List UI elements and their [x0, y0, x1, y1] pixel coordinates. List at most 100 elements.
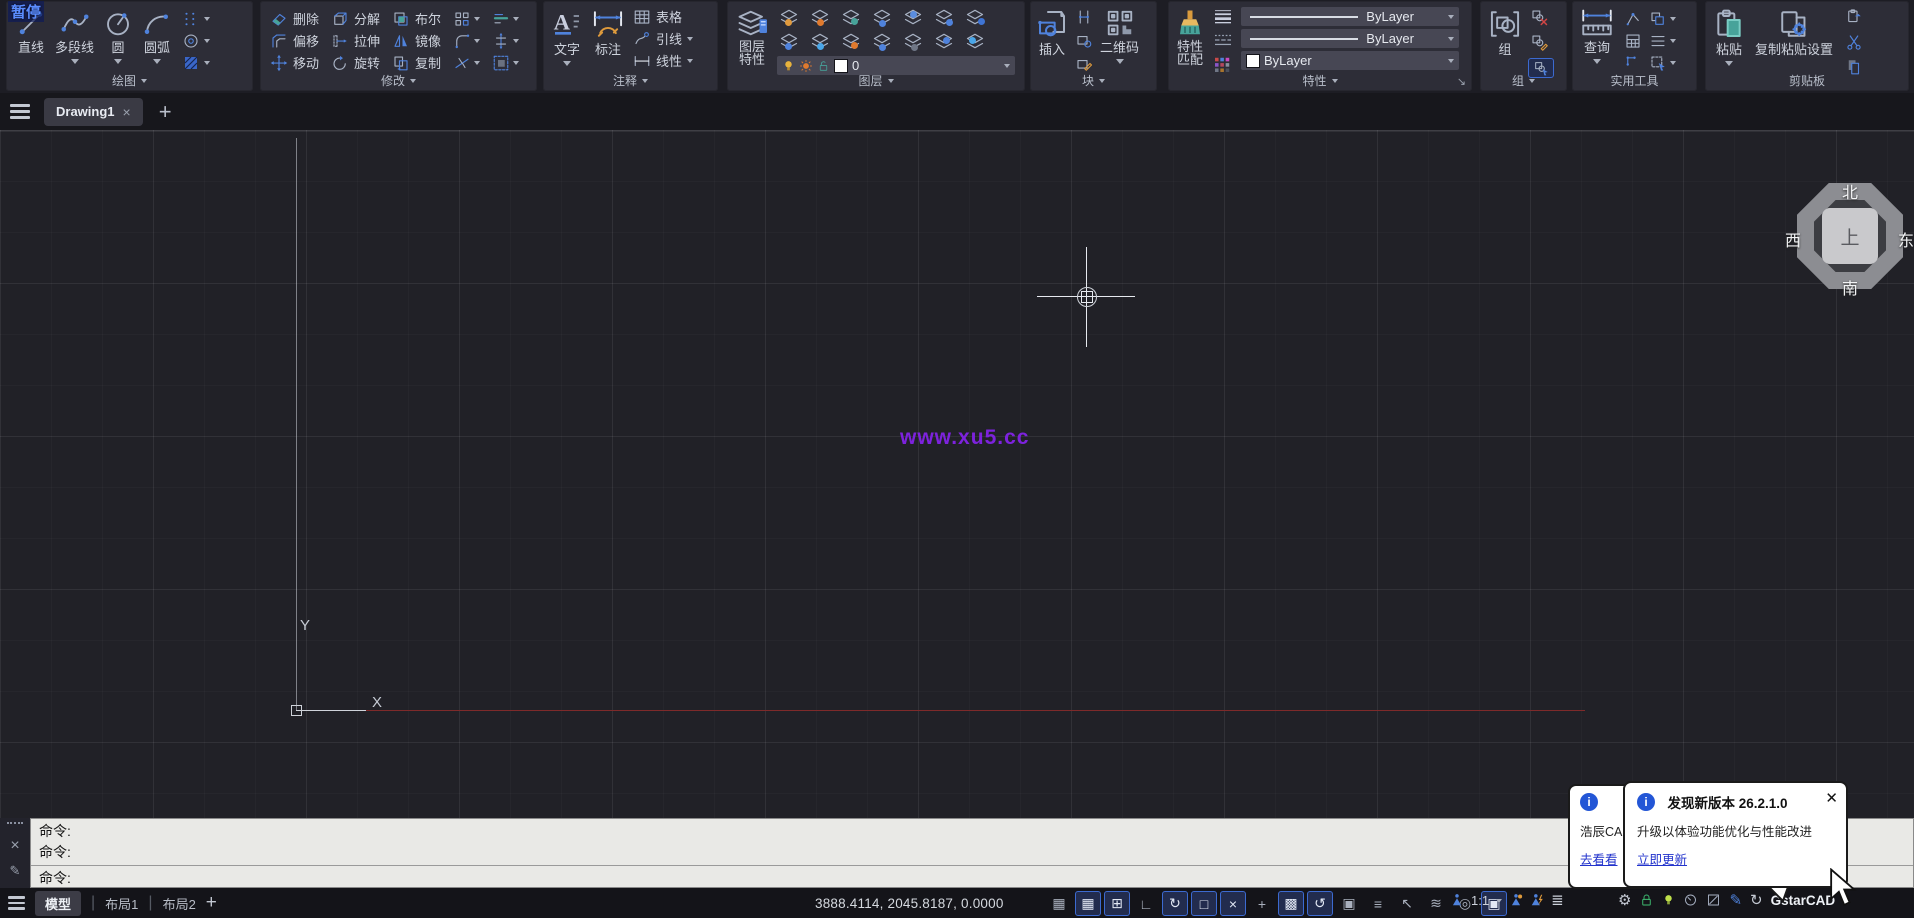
compass-west-label[interactable]: 西: [1785, 227, 1801, 251]
ungroup-button[interactable]: [1528, 8, 1554, 31]
insert-block-button[interactable]: 插入: [1036, 1, 1068, 57]
snap-mode-toggle-icon[interactable]: ⊞: [1104, 891, 1130, 916]
grid-snap-toggle-icon[interactable]: ▦: [1046, 891, 1072, 916]
view-cube[interactable]: 上 北 南 西 东: [1797, 183, 1903, 289]
quick-edit-pencil-icon[interactable]: ✎: [1729, 891, 1742, 909]
table-button[interactable]: 表格: [633, 6, 693, 27]
layer-on-icon[interactable]: [777, 7, 801, 29]
layer-walk-icon[interactable]: [932, 31, 956, 53]
linetype-list-icon[interactable]: [1212, 32, 1234, 53]
panel-properties-label[interactable]: 特性: [1168, 71, 1472, 90]
layer-thaw-icon[interactable]: [808, 7, 832, 29]
hatch-tool-button[interactable]: [181, 52, 210, 73]
copy-button[interactable]: 复制: [392, 52, 441, 73]
polyline-tool-button[interactable]: 多段线: [55, 1, 94, 68]
isodraft-toggle-icon[interactable]: ≋: [1423, 891, 1449, 916]
3d-object-snap-toggle-icon[interactable]: ▩: [1278, 891, 1304, 916]
group-edit-button[interactable]: [1528, 33, 1554, 56]
tab-drawing1-close-icon[interactable]: ×: [123, 104, 131, 120]
command-edit-icon[interactable]: ✎: [10, 863, 21, 879]
properties-dialog-launcher-icon[interactable]: ↘: [1457, 75, 1466, 88]
block-attr-button[interactable]: [1074, 8, 1094, 31]
group-button[interactable]: 组: [1488, 1, 1522, 57]
linetype-dropdown[interactable]: ByLayer: [1241, 29, 1459, 48]
color-dropdown[interactable]: ByLayer: [1241, 51, 1459, 70]
select-tools-caret[interactable]: [1670, 61, 1676, 68]
panel-clipboard-label[interactable]: 剪贴板: [1705, 71, 1909, 90]
scale-button[interactable]: [492, 52, 519, 73]
linetype-caret[interactable]: [1448, 37, 1454, 44]
panel-block-label[interactable]: 块: [1030, 71, 1157, 90]
new-layout-button[interactable]: +: [206, 892, 217, 914]
inquiry-button[interactable]: 查询: [1579, 1, 1615, 68]
grid-display-toggle-icon[interactable]: ▦: [1075, 891, 1101, 916]
status-list-icon[interactable]: ≣: [1551, 891, 1564, 909]
array-dropdown-caret[interactable]: [474, 17, 480, 24]
boolean-button[interactable]: 布尔: [392, 8, 441, 29]
point-tool-button[interactable]: [181, 8, 210, 29]
scale-dropdown-caret[interactable]: [513, 61, 519, 68]
command-close-icon[interactable]: ×: [10, 839, 19, 853]
layer-lock-icon[interactable]: [839, 31, 863, 53]
dynamic-ucs-toggle-icon[interactable]: ↺: [1307, 891, 1333, 916]
select-tools-button[interactable]: [1649, 52, 1676, 73]
linear-dropdown-caret[interactable]: [687, 59, 693, 66]
layer-properties-button[interactable]: 图层特性: [735, 1, 769, 66]
x-axis-construction-line[interactable]: [300, 710, 1585, 711]
rotate-button[interactable]: 旋转: [331, 52, 380, 73]
panel-modify-label[interactable]: 修改: [260, 71, 537, 90]
cut-button[interactable]: [1843, 33, 1865, 56]
lineweight-list-icon[interactable]: [1212, 8, 1234, 29]
offset-button[interactable]: 偏移: [270, 30, 319, 51]
arc-tool-button[interactable]: 圆弧: [142, 1, 172, 68]
block-edit-button[interactable]: [1074, 32, 1094, 55]
dynamic-input-toggle-icon[interactable]: +: [1249, 891, 1275, 916]
fillet-dropdown-caret[interactable]: [474, 39, 480, 46]
tab-layout1[interactable]: 布局1: [105, 894, 138, 913]
arc-dropdown-caret[interactable]: [153, 59, 161, 68]
back-notification-link[interactable]: 去看看: [1580, 849, 1618, 868]
polyline-dropdown-caret[interactable]: [71, 59, 79, 68]
layer-settings-icon[interactable]: [963, 7, 987, 29]
object-snap-toggle-icon[interactable]: □: [1191, 891, 1217, 916]
compass-east-label[interactable]: 东: [1898, 227, 1914, 251]
align-button[interactable]: [492, 8, 519, 29]
paste-dropdown-caret[interactable]: [1725, 61, 1733, 70]
hatch-dropdown-caret[interactable]: [204, 61, 210, 68]
move-button[interactable]: 移动: [270, 52, 319, 73]
selection-filter-icon[interactable]: ↖: [1394, 891, 1420, 916]
lineweight-dropdown[interactable]: ByLayer: [1241, 7, 1459, 26]
layer-freeze-icon[interactable]: [808, 31, 832, 53]
leader-dropdown-caret[interactable]: [687, 37, 693, 44]
color-caret[interactable]: [1448, 59, 1454, 66]
file-menu-hamburger-icon[interactable]: [10, 104, 30, 119]
ucs-origin-marker[interactable]: [291, 705, 302, 716]
compass-north-label[interactable]: 北: [1842, 179, 1858, 203]
qrcode-button[interactable]: 二维码: [1100, 1, 1139, 68]
align-dropdown-caret[interactable]: [513, 17, 519, 24]
layer-state-icon[interactable]: [963, 31, 987, 53]
drawing-canvas[interactable]: Y X www.xu5.cc 上 北 南 西 东: [0, 130, 1914, 818]
row-tools-caret[interactable]: [1670, 39, 1676, 46]
annotation-visibility-icon[interactable]: [1509, 892, 1523, 908]
panel-group-label[interactable]: 组: [1480, 71, 1567, 90]
performance-gauge-icon[interactable]: [1683, 892, 1698, 908]
layer-merge-icon[interactable]: [870, 31, 894, 53]
erase-button[interactable]: 删除: [270, 8, 319, 29]
annotation-autoscale-icon[interactable]: [1530, 892, 1544, 908]
leader-button[interactable]: 引线: [633, 28, 693, 49]
circle-dropdown-caret[interactable]: [114, 59, 122, 68]
area-button[interactable]: [1623, 52, 1643, 73]
text-tool-button[interactable]: A 文字: [551, 1, 583, 70]
panel-layer-label[interactable]: 图层: [727, 71, 1025, 90]
point-dropdown-caret[interactable]: [204, 17, 210, 24]
drawn-vertical-line[interactable]: [296, 138, 297, 710]
fillet-button[interactable]: [453, 30, 480, 51]
lock-ui-icon[interactable]: [1639, 892, 1654, 908]
ortho-toggle-icon[interactable]: ∟: [1133, 891, 1159, 916]
layer-match-icon[interactable]: [932, 7, 956, 29]
copy-paste-settings-button[interactable]: 复制粘贴设置: [1755, 1, 1833, 57]
annotation-scale-value[interactable]: 1:1: [1471, 893, 1489, 908]
copy-nested-caret[interactable]: [1670, 17, 1676, 24]
lineweight-caret[interactable]: [1448, 15, 1454, 22]
